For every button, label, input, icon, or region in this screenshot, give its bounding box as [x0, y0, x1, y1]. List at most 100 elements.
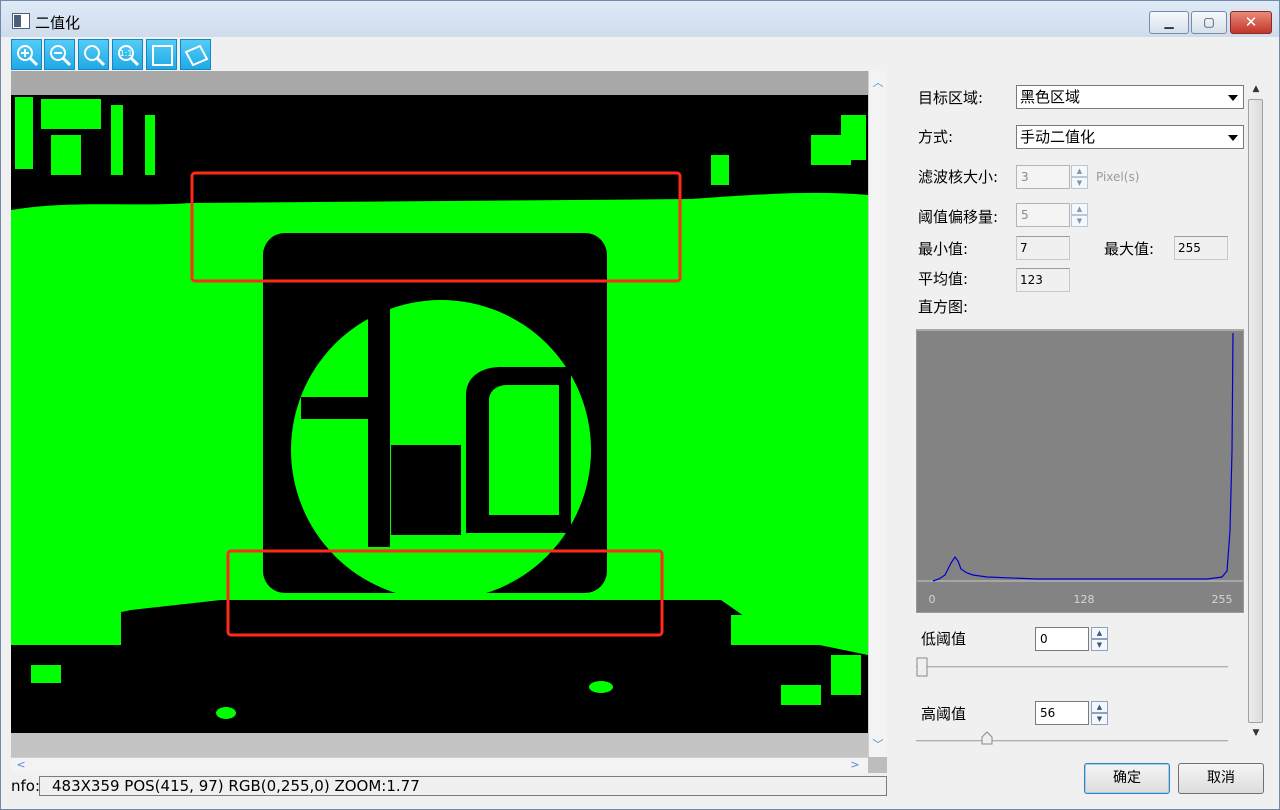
info-bar: nfo: 483X359 POS(415, 97) RGB(0,255,0) Z… — [11, 775, 887, 797]
minimize-button[interactable]: ▁ — [1149, 11, 1189, 34]
min-value: 7 — [1016, 236, 1070, 260]
foreground-blob — [111, 105, 123, 175]
binarized-image-canvas — [11, 97, 868, 733]
high-threshold-slider-thumb[interactable] — [981, 731, 993, 745]
threshold-offset-stepper[interactable]: ▲ ▼ — [1071, 203, 1088, 227]
symbol-crossbar — [301, 397, 373, 419]
zoom-fit-icon — [84, 45, 106, 67]
target-region-label: 目标区域: — [918, 89, 984, 107]
histogram-tick-128: 128 — [1074, 593, 1095, 606]
window-title: 二值化 — [35, 14, 81, 32]
high-threshold-track[interactable] — [916, 740, 1228, 742]
binarization-dialog: 二值化 ▁ ▢ ✕ 1:1 ︿ ﹀ < > nfo: 483X359 POS(4… — [0, 0, 1280, 810]
min-label: 最小值: — [918, 240, 969, 258]
histogram: 0 128 255 — [916, 329, 1244, 613]
high-threshold-label: 高阈值 — [921, 705, 967, 723]
stepper-down-icon[interactable]: ▼ — [1071, 177, 1088, 189]
cancel-button[interactable]: 取消 — [1178, 763, 1264, 794]
low-threshold-label: 低阈值 — [921, 630, 967, 648]
foreground-blob — [589, 681, 613, 693]
method-label: 方式: — [918, 128, 954, 146]
low-threshold-stepper[interactable]: ▲ ▼ — [1091, 627, 1108, 651]
foreground-blob — [831, 655, 861, 695]
settings-panel: 目标区域: 黑色区域 方式: 手动二值化 滤波核大小: 3 ▲ ▼ Pixel(… — [901, 77, 1245, 745]
filter-kernel-stepper[interactable]: ▲ ▼ — [1071, 165, 1088, 189]
target-region-select[interactable]: 黑色区域 — [1016, 85, 1244, 109]
symbol-inner — [489, 385, 559, 515]
high-threshold-input[interactable]: 56 — [1035, 701, 1089, 725]
scroll-down-arrow-icon[interactable]: ﹀ — [870, 737, 886, 753]
foreground-blob — [216, 707, 236, 719]
method-select[interactable]: 手动二值化 — [1016, 125, 1244, 149]
scroll-up-arrow-icon[interactable]: ︿ — [870, 75, 886, 91]
viewer-horizontal-scrollbar[interactable]: < > — [11, 757, 868, 773]
settings-scrollbar[interactable]: ▲ ▼ — [1246, 77, 1266, 745]
low-threshold-input[interactable]: 0 — [1035, 627, 1089, 651]
app-icon — [12, 13, 30, 29]
scroll-right-arrow-icon[interactable]: > — [847, 757, 863, 773]
title-bar: 二值化 ▁ ▢ ✕ — [1, 1, 1279, 37]
zoom-in-icon — [17, 45, 39, 67]
scroll-up-arrow-icon[interactable]: ▲ — [1248, 81, 1264, 97]
foreground-blob — [51, 135, 81, 175]
avg-label: 平均值: — [918, 270, 969, 288]
stepper-down-icon[interactable]: ▼ — [1071, 215, 1088, 227]
ok-button[interactable]: 确定 — [1084, 763, 1170, 794]
viewer-top-strip — [11, 71, 868, 95]
max-value: 255 — [1174, 236, 1228, 260]
rotated-rectangle-roi-button[interactable] — [180, 39, 211, 70]
rectangle-roi-icon — [152, 45, 173, 66]
histogram-line — [932, 332, 1234, 582]
scroll-down-arrow-icon[interactable]: ▼ — [1248, 725, 1264, 741]
stepper-up-icon[interactable]: ▲ — [1071, 165, 1088, 177]
histogram-tick-0: 0 — [929, 593, 936, 606]
foreground-blob — [41, 99, 101, 129]
zoom-in-button[interactable] — [11, 39, 42, 70]
foreground-blob — [781, 685, 821, 705]
settings-scrollbar-thumb[interactable] — [1248, 99, 1263, 723]
avg-value: 123 — [1016, 268, 1070, 292]
dropdown-arrow-icon — [1228, 135, 1238, 141]
stepper-up-icon[interactable]: ▲ — [1071, 203, 1088, 215]
scroll-left-arrow-icon[interactable]: < — [13, 757, 29, 773]
low-threshold-slider-thumb[interactable] — [916, 657, 928, 677]
filter-kernel-input[interactable]: 3 — [1016, 165, 1070, 189]
stepper-up-icon[interactable]: ▲ — [1091, 701, 1108, 713]
histogram-tick-255: 255 — [1212, 593, 1233, 606]
viewer-bottom-strip — [11, 733, 868, 757]
image-viewer[interactable]: ︿ ﹀ < > — [11, 71, 887, 773]
toolbar: 1:1 — [11, 38, 216, 71]
threshold-offset-input[interactable]: 5 — [1016, 203, 1070, 227]
zoom-out-icon — [50, 45, 72, 67]
zoom-fit-button[interactable] — [78, 39, 109, 70]
close-button[interactable]: ✕ — [1230, 11, 1272, 34]
stepper-down-icon[interactable]: ▼ — [1091, 713, 1108, 725]
info-label: nfo: — [11, 777, 41, 795]
foreground-blob — [145, 115, 155, 175]
foreground-blob — [841, 115, 866, 160]
foreground-blob — [731, 615, 851, 645]
foreground-blob — [31, 665, 61, 683]
max-label: 最大值: — [1104, 240, 1155, 258]
target-region-value: 黑色区域 — [1020, 88, 1081, 106]
zoom-out-button[interactable] — [44, 39, 75, 70]
low-threshold-track[interactable] — [916, 666, 1228, 668]
foreground-blob — [711, 155, 729, 185]
foreground-blob — [11, 605, 121, 645]
filter-kernel-label: 滤波核大小: — [918, 168, 999, 186]
filter-kernel-unit: Pixel(s) — [1096, 170, 1140, 184]
zoom-actual-icon: 1:1 — [118, 45, 140, 67]
histogram-label: 直方图: — [918, 298, 969, 316]
info-text: 483X359 POS(415, 97) RGB(0,255,0) ZOOM:1… — [39, 776, 887, 796]
zoom-actual-button[interactable]: 1:1 — [112, 39, 143, 70]
binarized-image[interactable] — [11, 95, 868, 733]
stepper-down-icon[interactable]: ▼ — [1091, 639, 1108, 651]
histogram-plot: 0 128 255 — [917, 332, 1243, 606]
high-threshold-stepper[interactable]: ▲ ▼ — [1091, 701, 1108, 725]
stepper-up-icon[interactable]: ▲ — [1091, 627, 1108, 639]
dropdown-arrow-icon — [1228, 95, 1238, 101]
maximize-button[interactable]: ▢ — [1191, 11, 1227, 34]
viewer-vertical-scrollbar[interactable]: ︿ ﹀ — [868, 71, 887, 757]
threshold-offset-label: 阈值偏移量: — [918, 208, 999, 226]
rectangle-roi-button[interactable] — [146, 39, 177, 70]
